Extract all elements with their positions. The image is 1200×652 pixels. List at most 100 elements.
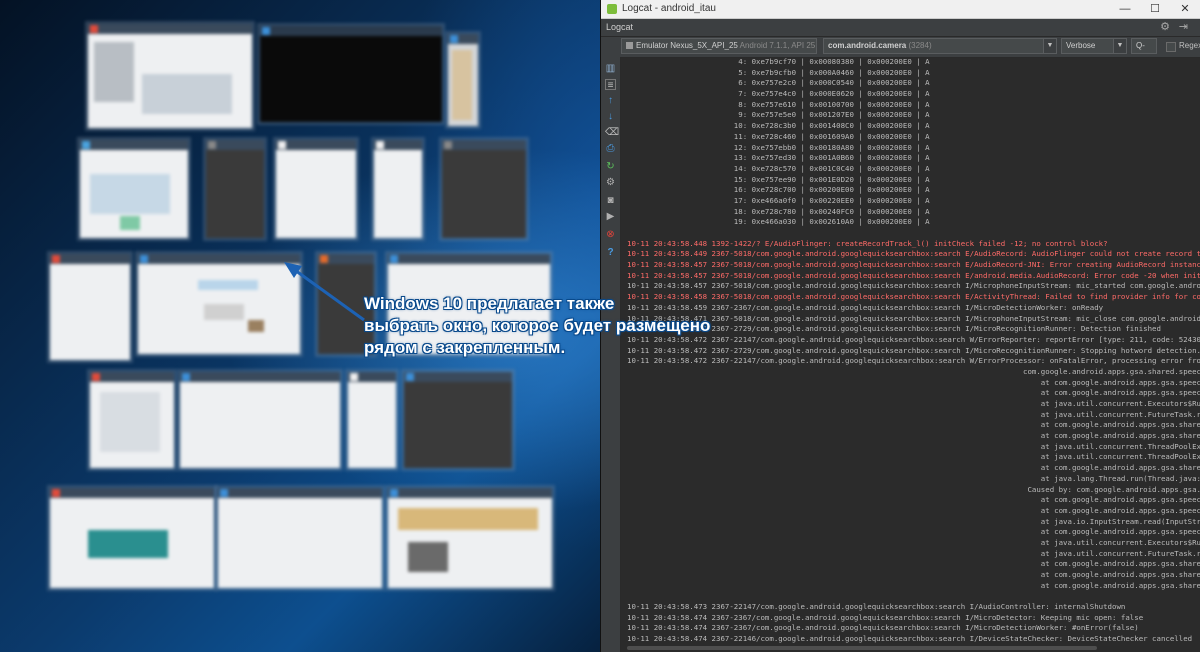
app-icon xyxy=(92,373,100,381)
scroll-down-icon[interactable]: ↓ xyxy=(605,111,616,122)
help-icon[interactable]: ? xyxy=(605,247,616,258)
regex-checkbox[interactable] xyxy=(1166,42,1176,52)
window-thumbnail[interactable] xyxy=(404,372,512,468)
log-line: 9: 0xe757e5e0 | 0x001207E0 | 0x000200E0 … xyxy=(627,110,930,120)
log-line: at com.google.android.apps.gsa.speech.au… xyxy=(1040,388,1200,398)
logcat-toolbar: Emulator Nexus_5X_API_25 Android 7.1.1, … xyxy=(601,37,1200,58)
log-line: at com.google.android.apps.gsa.shared.ut… xyxy=(1040,570,1200,579)
app-icon xyxy=(52,255,60,263)
log-line: 10: 0xe728c3b0 | 0x001408C0 | 0x000200E0… xyxy=(627,121,930,131)
window-thumbnail[interactable] xyxy=(180,372,340,468)
log-line: at java.util.concurrent.ThreadPoolExecut… xyxy=(1040,441,1200,451)
app-icon xyxy=(450,35,458,43)
log-line-error: 10-11 20:43:58.457 2367-5018/com.google.… xyxy=(627,270,1200,280)
soft-wrap-icon[interactable]: ≡ xyxy=(605,79,616,91)
log-line: at java.lang.Thread.run(Thread.java:761) xyxy=(627,473,1200,483)
screen-record-icon[interactable]: ▶ xyxy=(605,211,616,222)
window-titlebar[interactable]: Logcat - android_itau — ☐ ✕ xyxy=(601,0,1200,19)
app-icon xyxy=(90,25,98,33)
log-line: 8: 0xe757e610 | 0x00100700 | 0x000200E0 … xyxy=(627,99,930,109)
search-icon: Q- xyxy=(1136,41,1145,50)
window-thumbnail[interactable] xyxy=(218,488,382,588)
window-thumbnail[interactable] xyxy=(90,372,174,468)
close-button[interactable]: ✕ xyxy=(1170,0,1200,18)
clear-logcat-icon[interactable]: ⌫ xyxy=(605,127,619,138)
log-line: 5: 0xe7b9cfb0 | 0x000A0460 | 0x000200E0 … xyxy=(627,67,930,77)
window-thumbnail[interactable] xyxy=(50,254,130,360)
window-thumbnail[interactable] xyxy=(50,488,214,588)
terminate-icon[interactable]: ⊗ xyxy=(605,229,616,240)
log-line: 10-11 20:43:58.457 2367-5018/com.google.… xyxy=(627,281,1200,291)
app-icon xyxy=(406,373,414,381)
log-line-error: 10-11 20:43:58.457 2367-5018/com.google.… xyxy=(627,260,1200,270)
log-line: 17: 0xe466a0f0 | 0x00220EE0 | 0x000200E0… xyxy=(627,195,930,205)
log-line: at java.util.concurrent.Executors$Runnab… xyxy=(1040,537,1200,547)
annotation-text: Windows 10 предлагает также выбрать окно… xyxy=(364,293,764,359)
app-icon xyxy=(278,141,286,149)
log-line: 15: 0xe757ee90 | 0x001E0D20 | 0x000200E0… xyxy=(627,174,930,184)
app-icon xyxy=(262,27,270,35)
log-line: at com.google.android.apps.gsa.speech.au… xyxy=(1040,527,1200,537)
chevron-down-icon: ▼ xyxy=(1043,39,1056,53)
app-icon xyxy=(350,373,358,381)
gear-icon[interactable]: ⚙ xyxy=(1160,20,1170,33)
log-line: com.google.android.apps.gsa.shared.speec… xyxy=(1023,366,1200,376)
app-icon xyxy=(390,255,398,263)
log-line: 11: 0xe728c460 | 0x001609A0 | 0x000200E0… xyxy=(627,131,930,141)
window-thumbnail[interactable] xyxy=(80,140,188,238)
search-input[interactable]: Q- xyxy=(1131,38,1157,54)
log-line-error: 10-11 20:43:58.448 1392-1422/? E/AudioFl… xyxy=(627,238,1108,248)
window-thumbnail[interactable] xyxy=(276,140,356,238)
maximize-button[interactable]: ☐ xyxy=(1140,0,1170,18)
window-thumbnail[interactable] xyxy=(442,140,526,238)
log-line: 14: 0xe728c570 | 0x001C0C40 | 0x000200E0… xyxy=(627,163,930,173)
minimize-button[interactable]: — xyxy=(1110,0,1140,18)
log-line: 10-11 20:43:58.474 2367-2367/com.google.… xyxy=(627,612,1144,622)
window-thumbnail[interactable] xyxy=(374,140,422,238)
log-line: 16: 0xe728c700 | 0x00200E00 | 0x000200E0… xyxy=(627,185,930,195)
window-title: Logcat - android_itau xyxy=(622,3,716,14)
screenshot-icon[interactable]: ◙ xyxy=(605,195,616,206)
log-line: at com.google.android.apps.gsa.shared.ut… xyxy=(1040,463,1200,473)
device-select[interactable]: Emulator Nexus_5X_API_25 Android 7.1.1, … xyxy=(621,38,817,54)
horizontal-scrollbar[interactable] xyxy=(621,644,1200,652)
settings-icon[interactable]: ⚙ xyxy=(605,177,616,188)
log-line: at com.google.android.apps.gsa.shared.ut… xyxy=(1040,580,1200,590)
scroll-up-icon[interactable]: ↑ xyxy=(605,95,616,106)
window-thumbnail[interactable] xyxy=(388,488,552,588)
log-line: at com.google.android.apps.gsa.shared.ut… xyxy=(1040,559,1200,569)
app-icon xyxy=(376,141,384,149)
app-icon xyxy=(82,141,90,149)
app-icon xyxy=(220,489,228,497)
log-line: at java.util.concurrent.Executors$Runnab… xyxy=(1040,399,1200,408)
hide-panel-icon[interactable]: ⇥ xyxy=(1179,20,1188,33)
log-line: at java.util.concurrent.FutureTask.run(F… xyxy=(1040,548,1200,558)
log-line: at java.io.InputStream.read(InputStream.… xyxy=(627,516,1200,526)
print-icon[interactable]: ⎙ xyxy=(605,143,616,154)
log-line-error: 10-11 20:43:58.449 2367-5018/com.google.… xyxy=(627,249,1200,259)
device-name: Emulator Nexus_5X_API_25 xyxy=(636,41,738,50)
device-detail: Android 7.1.1, API 25 xyxy=(739,41,816,50)
trash-icon[interactable]: ▥ xyxy=(605,63,616,74)
panel-title: Logcat xyxy=(606,22,634,32)
window-thumbnail[interactable] xyxy=(448,34,478,126)
window-thumbnail[interactable] xyxy=(260,26,442,122)
app-icon xyxy=(182,373,190,381)
window-thumbnail[interactable] xyxy=(206,140,264,238)
logcat-panel-header: Logcat ⚙ ⇥ xyxy=(601,19,1200,37)
app-icon xyxy=(390,489,398,497)
process-select[interactable]: com.android.camera (3284) ▼ xyxy=(823,38,1057,54)
window-thumbnail[interactable] xyxy=(348,372,396,468)
annotation-line: выбрать окно, которое будет размещено xyxy=(364,316,711,335)
android-studio-icon xyxy=(607,4,617,14)
scrollbar-thumb[interactable] xyxy=(627,646,1097,650)
log-level-select[interactable]: Verbose ▼ xyxy=(1061,38,1127,54)
log-line: 13: 0xe757ed30 | 0x001A0B60 | 0x000200E0… xyxy=(627,153,930,163)
chevron-down-icon: ▼ xyxy=(1113,39,1126,53)
window-thumbnail[interactable] xyxy=(88,24,252,128)
restart-icon[interactable]: ↻ xyxy=(605,161,616,172)
log-line: 19: 0xe466a030 | 0x002610A0 | 0x000200E0… xyxy=(627,217,930,227)
log-line: at com.google.android.apps.gsa.speech.au… xyxy=(1040,377,1200,387)
log-line: 10-11 20:43:58.474 2367-22146/com.google… xyxy=(627,634,1193,644)
